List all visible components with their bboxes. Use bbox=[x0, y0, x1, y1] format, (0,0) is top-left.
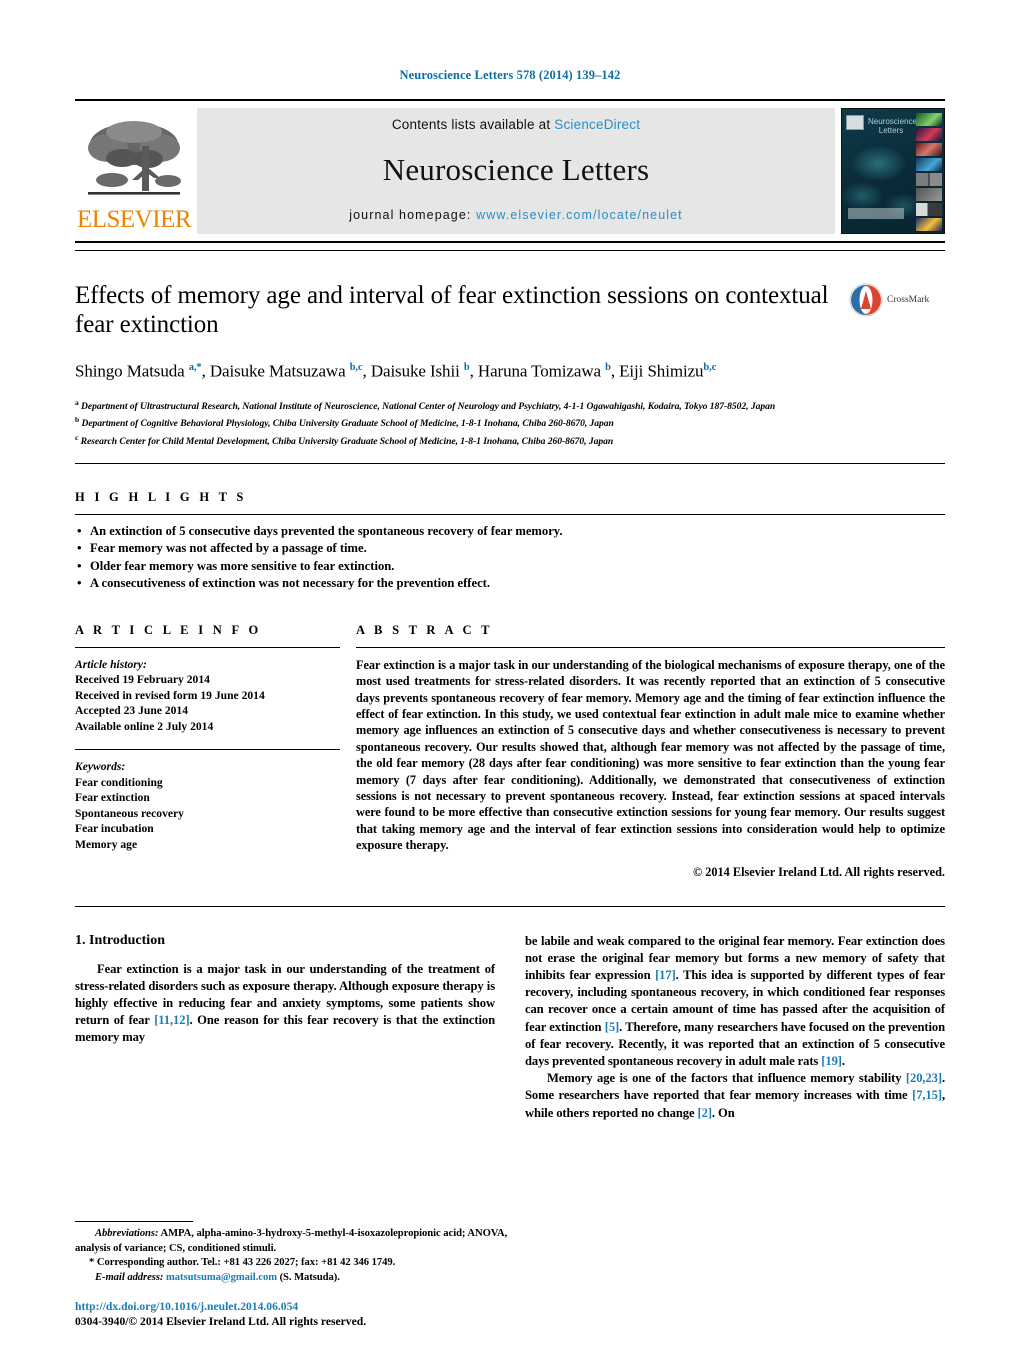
history-accepted: Accepted 23 June 2014 bbox=[75, 704, 189, 718]
introduction-paragraph-right-2: Memory age is one of the factors that in… bbox=[525, 1071, 945, 1120]
cover-cell-fluorescence bbox=[916, 128, 942, 141]
cover-journal-title: Neuroscience Letters bbox=[868, 117, 917, 135]
masthead-bottom-rule bbox=[75, 250, 945, 251]
elsevier-logo: ELSEVIER bbox=[75, 108, 193, 234]
abstract-rule bbox=[356, 646, 945, 648]
keywords-label: Keywords: bbox=[75, 760, 126, 774]
article-info-heading: A R T I C L E I N F O bbox=[75, 622, 262, 637]
footnote-abbreviations: Abbreviations: AMPA, alpha-amino-3-hydro… bbox=[75, 1228, 508, 1254]
footnote-rule bbox=[75, 1221, 193, 1223]
elsevier-tree-icon bbox=[88, 121, 181, 195]
cover-cell-cells bbox=[916, 233, 942, 234]
list-item: Fear memory was not affected by a passag… bbox=[75, 539, 945, 558]
highlights-heading: H I G H L I G H T S bbox=[75, 489, 247, 504]
cover-image-strip bbox=[916, 113, 942, 234]
doi-link[interactable]: http://dx.doi.org/10.1016/j.neulet.2014.… bbox=[75, 1299, 535, 1314]
highlights-rule bbox=[75, 513, 945, 515]
crossmark-label: CrossMark bbox=[887, 295, 930, 305]
issn-copyright-line: 0304-3940/© 2014 Elsevier Ireland Ltd. A… bbox=[75, 1315, 367, 1328]
history-online: Available online 2 July 2014 bbox=[75, 719, 214, 733]
article-history: Article history: Received 19 February 20… bbox=[75, 657, 340, 735]
journal-masthead: ELSEVIER Contents lists available at Sci… bbox=[75, 99, 945, 243]
cover-cell-brain bbox=[916, 113, 942, 126]
body-columns: 1. Introduction Fear extinction is a maj… bbox=[75, 933, 945, 1122]
sciencedirect-link[interactable]: ScienceDirect bbox=[554, 117, 640, 132]
journal-cover-thumbnail: Neuroscience Letters bbox=[841, 108, 945, 234]
list-item: Older fear memory was more sensitive to … bbox=[75, 557, 945, 576]
crossmark-badge[interactable]: CrossMark bbox=[849, 281, 945, 317]
cover-cell-tissue bbox=[916, 158, 942, 171]
abstract-text: Fear extinction is a major task in our u… bbox=[356, 657, 945, 853]
journal-homepage-link[interactable]: www.elsevier.com/locate/neulet bbox=[476, 208, 683, 222]
article-info-column: A R T I C L E I N F O Article history: R… bbox=[75, 623, 356, 853]
running-head: Neuroscience Letters 578 (2014) 139–142 bbox=[399, 68, 621, 82]
body-column-left: 1. Introduction Fear extinction is a maj… bbox=[75, 933, 495, 1122]
page-footer: http://dx.doi.org/10.1016/j.neulet.2014.… bbox=[75, 1299, 535, 1329]
affiliations-rule bbox=[75, 462, 945, 464]
keyword-item: Fear extinction bbox=[75, 791, 150, 805]
abstract-copyright: © 2014 Elsevier Ireland Ltd. All rights … bbox=[692, 864, 945, 879]
elsevier-wordmark: ELSEVIER bbox=[76, 206, 192, 233]
highlights-list: An extinction of 5 consecutive days prev… bbox=[75, 522, 945, 593]
abstract-heading: A B S T R A C T bbox=[356, 622, 493, 637]
body-top-rule bbox=[75, 905, 945, 907]
introduction-heading: 1. Introduction bbox=[75, 932, 165, 948]
abstract-column: A B S T R A C T Fear extinction is a maj… bbox=[356, 623, 945, 880]
article-info-rule bbox=[75, 646, 340, 648]
introduction-paragraph-left: Fear extinction is a major task in our u… bbox=[75, 961, 495, 1045]
cover-cell-histology bbox=[916, 143, 942, 156]
footnotes-block: Abbreviations: AMPA, alpha-amino-3-hydro… bbox=[75, 1221, 520, 1285]
introduction-paragraph-right-1: be labile and weak compared to the origi… bbox=[525, 933, 945, 1069]
cover-badge-icon bbox=[846, 115, 864, 130]
contents-available-line: Contents lists available at ScienceDirec… bbox=[392, 117, 640, 132]
cover-cell-pet-scan bbox=[916, 218, 942, 231]
affiliation-b: b Department of Cognitive Behavioral Phy… bbox=[75, 415, 614, 430]
article-history-label: Article history: bbox=[75, 657, 147, 671]
affiliations: a Department of Ultrastructural Research… bbox=[75, 396, 945, 449]
keywords-rule bbox=[75, 749, 340, 751]
keyword-item: Memory age bbox=[75, 837, 138, 851]
footnote-corresponding-author: * Corresponding author. Tel.: +81 43 226… bbox=[89, 1257, 396, 1269]
cover-cell-pair bbox=[916, 173, 942, 186]
list-item: An extinction of 5 consecutive days prev… bbox=[75, 522, 945, 541]
keywords-block: Keywords: Fear conditioning Fear extinct… bbox=[75, 759, 340, 852]
affiliation-a: a Department of Ultrastructural Research… bbox=[75, 397, 776, 412]
journal-homepage-line: journal homepage: www.elsevier.com/locat… bbox=[349, 208, 683, 222]
journal-title: Neuroscience Letters bbox=[382, 152, 650, 187]
page-title: Effects of memory age and interval of fe… bbox=[75, 282, 829, 338]
keyword-item: Fear conditioning bbox=[75, 775, 163, 789]
affiliation-c: c Research Center for Child Mental Devel… bbox=[75, 433, 614, 448]
highlights-section: H I G H L I G H T S An extinction of 5 c… bbox=[75, 490, 945, 593]
footnote-email[interactable]: E-mail address: matsutsuma@gmail.com (S.… bbox=[75, 1271, 520, 1285]
contents-prefix: Contents lists available at bbox=[391, 117, 555, 132]
title-column: Effects of memory age and interval of fe… bbox=[75, 281, 849, 383]
article-page: Neuroscience Letters 578 (2014) 139–142 bbox=[0, 0, 1020, 1351]
journal-band: Contents lists available at ScienceDirec… bbox=[197, 108, 835, 234]
info-abstract-row: A R T I C L E I N F O Article history: R… bbox=[75, 623, 945, 880]
author-list: Shingo Matsuda a,*, Daisuke Matsuzawa b,… bbox=[75, 361, 717, 381]
cover-cell-gray bbox=[916, 188, 942, 201]
homepage-prefix: journal homepage: bbox=[349, 208, 477, 222]
title-block: Effects of memory age and interval of fe… bbox=[75, 281, 945, 383]
history-received: Received 19 February 2014 bbox=[75, 673, 210, 687]
cover-lower-band bbox=[848, 208, 904, 219]
list-item: A consecutiveness of extinction was not … bbox=[75, 574, 945, 593]
cover-cell-micrograph bbox=[916, 203, 942, 216]
keyword-item: Fear incubation bbox=[75, 822, 154, 836]
crossmark-icon bbox=[849, 283, 883, 317]
history-revised: Received in revised form 19 June 2014 bbox=[75, 688, 265, 702]
body-column-right: be labile and weak compared to the origi… bbox=[525, 933, 945, 1122]
keyword-item: Spontaneous recovery bbox=[75, 806, 184, 820]
